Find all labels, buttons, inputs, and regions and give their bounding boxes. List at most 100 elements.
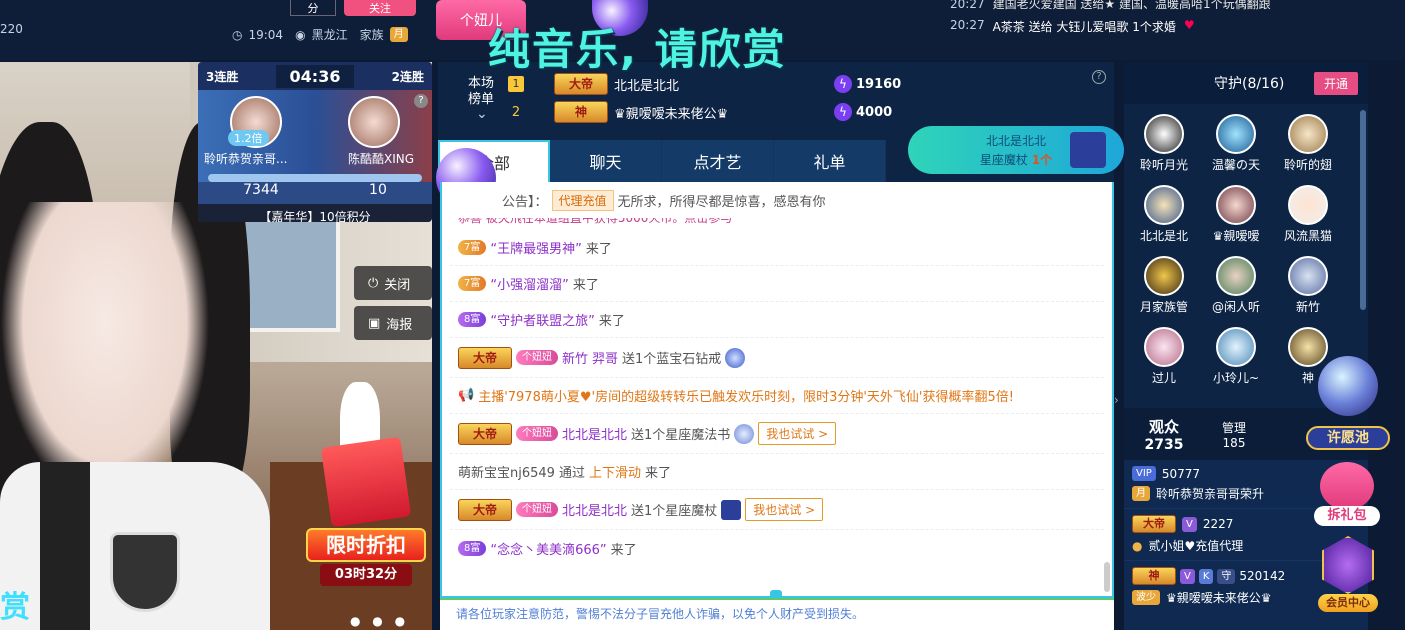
sister-badge: 个妞妞 xyxy=(516,426,558,441)
title-badge: 大帝 xyxy=(458,346,512,369)
guardian-member[interactable]: 北北是北 xyxy=(1128,185,1200,244)
list-item: 大帝 个妞妞 北北是北北 送1个星座魔杖 我也试试 > xyxy=(450,490,1104,530)
streamer-badge xyxy=(110,532,180,612)
list-item: 大帝 个妞妞 北北是北北 送1个星座魔法书 我也试试 > xyxy=(450,414,1104,454)
guardian-member[interactable]: @闲人听 xyxy=(1200,256,1272,315)
guardian-member[interactable]: 温馨の天 xyxy=(1200,114,1272,173)
help-icon[interactable]: ? xyxy=(1092,70,1106,84)
chat-messages[interactable]: 公告】： 代理充值 无所求，所得尽都是惊喜，感恩有你 恭喜 被灭飛在本道组直中获… xyxy=(440,182,1114,598)
gift-popup[interactable]: 北北是北北 星座魔杖 1个 xyxy=(908,126,1124,174)
banner-overflow-text: 赏 xyxy=(0,590,30,625)
collapse-arrow-icon[interactable]: › xyxy=(1114,380,1124,420)
room-banner-text: 纯音乐, 请欣赏 xyxy=(488,25,787,74)
try-also-button[interactable]: 我也试试 > xyxy=(745,498,824,521)
guardian-member[interactable]: 风流黑猫 xyxy=(1272,185,1344,244)
user-id: 50777 xyxy=(1161,466,1201,481)
lightning-icon: ϟ xyxy=(834,75,852,93)
chat-user[interactable]: “王牌最强男神” xyxy=(490,238,581,257)
member-center-widget[interactable]: 会员中心 xyxy=(1318,536,1378,616)
wealth-level-badge: 8富 xyxy=(458,540,487,556)
clock-icon: ◷ xyxy=(232,27,243,42)
guardian-member[interactable]: 小玲儿~ xyxy=(1200,327,1272,386)
guardian-member[interactable]: 新竹 xyxy=(1272,256,1344,315)
ranking-row[interactable]: 2 神 ♛親嗳嗳未来佬公♛ ϟ 4000 xyxy=(508,98,968,126)
title-badge: 神 xyxy=(554,101,608,123)
chat-user[interactable]: “守护者联盟之旅” xyxy=(490,310,594,329)
right-score: 10 xyxy=(369,182,387,198)
share-button[interactable]: 分 xyxy=(290,0,336,16)
left-streak: 3连胜 xyxy=(206,69,239,84)
tab-chat[interactable]: 聊天 xyxy=(550,140,662,182)
multiplier-badge: 1.2倍 xyxy=(228,130,269,146)
guardian-member[interactable]: 聆听月光 xyxy=(1128,114,1200,173)
tab-gift-list[interactable]: 礼单 xyxy=(774,140,886,182)
follow-button[interactable]: 关注 xyxy=(344,0,416,16)
chat-user[interactable]: 北北是北北 xyxy=(562,500,627,519)
location-icon: ◉ xyxy=(295,27,306,42)
user-name: 聆听恭贺亲哥哥荣升 xyxy=(1156,487,1265,501)
manager-tab[interactable]: 管理 185 xyxy=(1204,419,1264,450)
carousel-dots[interactable]: ● ● ● xyxy=(350,614,409,628)
poster-button[interactable]: ▣ 海报 xyxy=(354,306,432,340)
chat-user[interactable]: 羿哥 xyxy=(592,348,618,367)
wealth-level-badge: 7富 xyxy=(458,276,487,291)
audience-count: 2735 xyxy=(1144,436,1184,453)
user-id: 520142 xyxy=(1239,569,1286,583)
manager-count: 185 xyxy=(1222,435,1246,450)
tab-talent[interactable]: 点才艺 xyxy=(662,140,774,182)
pk-body: 1.2倍 ? 聆听恭贺亲哥... 陈酷酷XING xyxy=(198,90,432,174)
help-icon[interactable]: ? xyxy=(414,94,428,108)
family-badge: 波少 xyxy=(1132,590,1160,605)
streamer-face xyxy=(0,202,210,502)
pk-scores: 7344 10 xyxy=(198,182,432,204)
rank-score: 19160 xyxy=(856,76,902,92)
open-guardian-button[interactable]: 开通 xyxy=(1313,71,1358,95)
guardian-member[interactable]: 聆听的翅 xyxy=(1272,114,1344,173)
guardian-member[interactable]: ♛親嗳嗳 xyxy=(1200,185,1272,244)
guardian-scrollbar[interactable] xyxy=(1360,110,1366,310)
right-anchor-avatar[interactable] xyxy=(348,96,400,148)
try-also-button[interactable]: 我也试试 > xyxy=(758,422,837,445)
guardian-header: 守护(8/16) 开通 xyxy=(1124,62,1368,104)
gift-pack-widget[interactable]: 拆礼包 xyxy=(1314,462,1380,528)
audience-tab[interactable]: 观众 2735 xyxy=(1124,416,1204,453)
pk-progress-bar xyxy=(208,174,422,182)
chat-user[interactable]: 新竹 xyxy=(562,348,588,367)
chat-user[interactable]: 萌新宝宝nj6549 xyxy=(458,462,555,481)
partial-message: 恭喜 被灭飛在本道组直中获得5000火币。点击参与 xyxy=(458,218,733,225)
sapphire-ring-icon xyxy=(725,347,746,368)
wish-pool-icon xyxy=(1318,356,1378,416)
family-badge: 月 xyxy=(1132,486,1150,501)
title-badge: 神 xyxy=(1132,567,1176,585)
chevron-down-icon[interactable]: ⌄ xyxy=(476,106,488,122)
family-badge: 月 xyxy=(389,27,408,42)
close-button[interactable]: ⏻ 关闭 xyxy=(354,266,432,300)
left-anchor-name: 聆听恭贺亲哥... xyxy=(204,152,288,166)
right-anchor-name: 陈酷酷XING xyxy=(347,152,415,166)
right-streak: 2连胜 xyxy=(391,69,424,84)
pk-footer: 【嘉年华】10倍积分 xyxy=(198,204,432,222)
list-item: 萌新宝宝nj6549 通过 上下滑动 来了 xyxy=(450,454,1104,490)
limited-discount-promo[interactable]: 限时折扣 03时32分 xyxy=(306,436,426,592)
rank-number: 2 xyxy=(511,104,521,120)
pk-panel: 3连胜 04:36 2连胜 1.2倍 ? 聆听恭贺亲哥... 陈酷酷XING 7… xyxy=(198,62,432,222)
chat-user[interactable]: 北北是北北 xyxy=(562,424,627,443)
wish-pool-widget[interactable]: 许愿池 xyxy=(1304,356,1392,452)
stream-time: 19:04 xyxy=(248,27,284,42)
guardian-member[interactable]: 过儿 xyxy=(1128,327,1200,386)
chat-user[interactable]: “念念丶美美滴666” xyxy=(490,539,606,558)
promo-countdown: 03时32分 xyxy=(320,564,412,586)
system-message: 📢 主播'7978萌小夏♥'房间的超级转转乐已触发欢乐时刻，限时3分钟'天外飞仙… xyxy=(450,378,1104,414)
title-badge: 大帝 xyxy=(1132,515,1176,533)
agent-recharge-tag[interactable]: 代理充值 xyxy=(551,189,614,211)
list-item: 8富 “念念丶美美滴666” 来了 xyxy=(450,530,1104,566)
magic-book-icon xyxy=(734,423,755,444)
family-label: 家族 xyxy=(359,28,384,42)
chat-user[interactable]: “小强溜溜溜” xyxy=(490,274,568,293)
wealth-level-badge: 8富 xyxy=(458,312,487,327)
sister-badge: 个妞妞 xyxy=(516,502,558,517)
wealth-level-badge: 7富 xyxy=(458,240,487,255)
chat-scrollbar[interactable] xyxy=(1104,562,1110,592)
feed-row: 20:27 A茶茶 送给 大钰儿爱唱歌 1个求婚 ♥ xyxy=(950,18,1195,34)
guardian-member[interactable]: 月家族管 xyxy=(1128,256,1200,315)
